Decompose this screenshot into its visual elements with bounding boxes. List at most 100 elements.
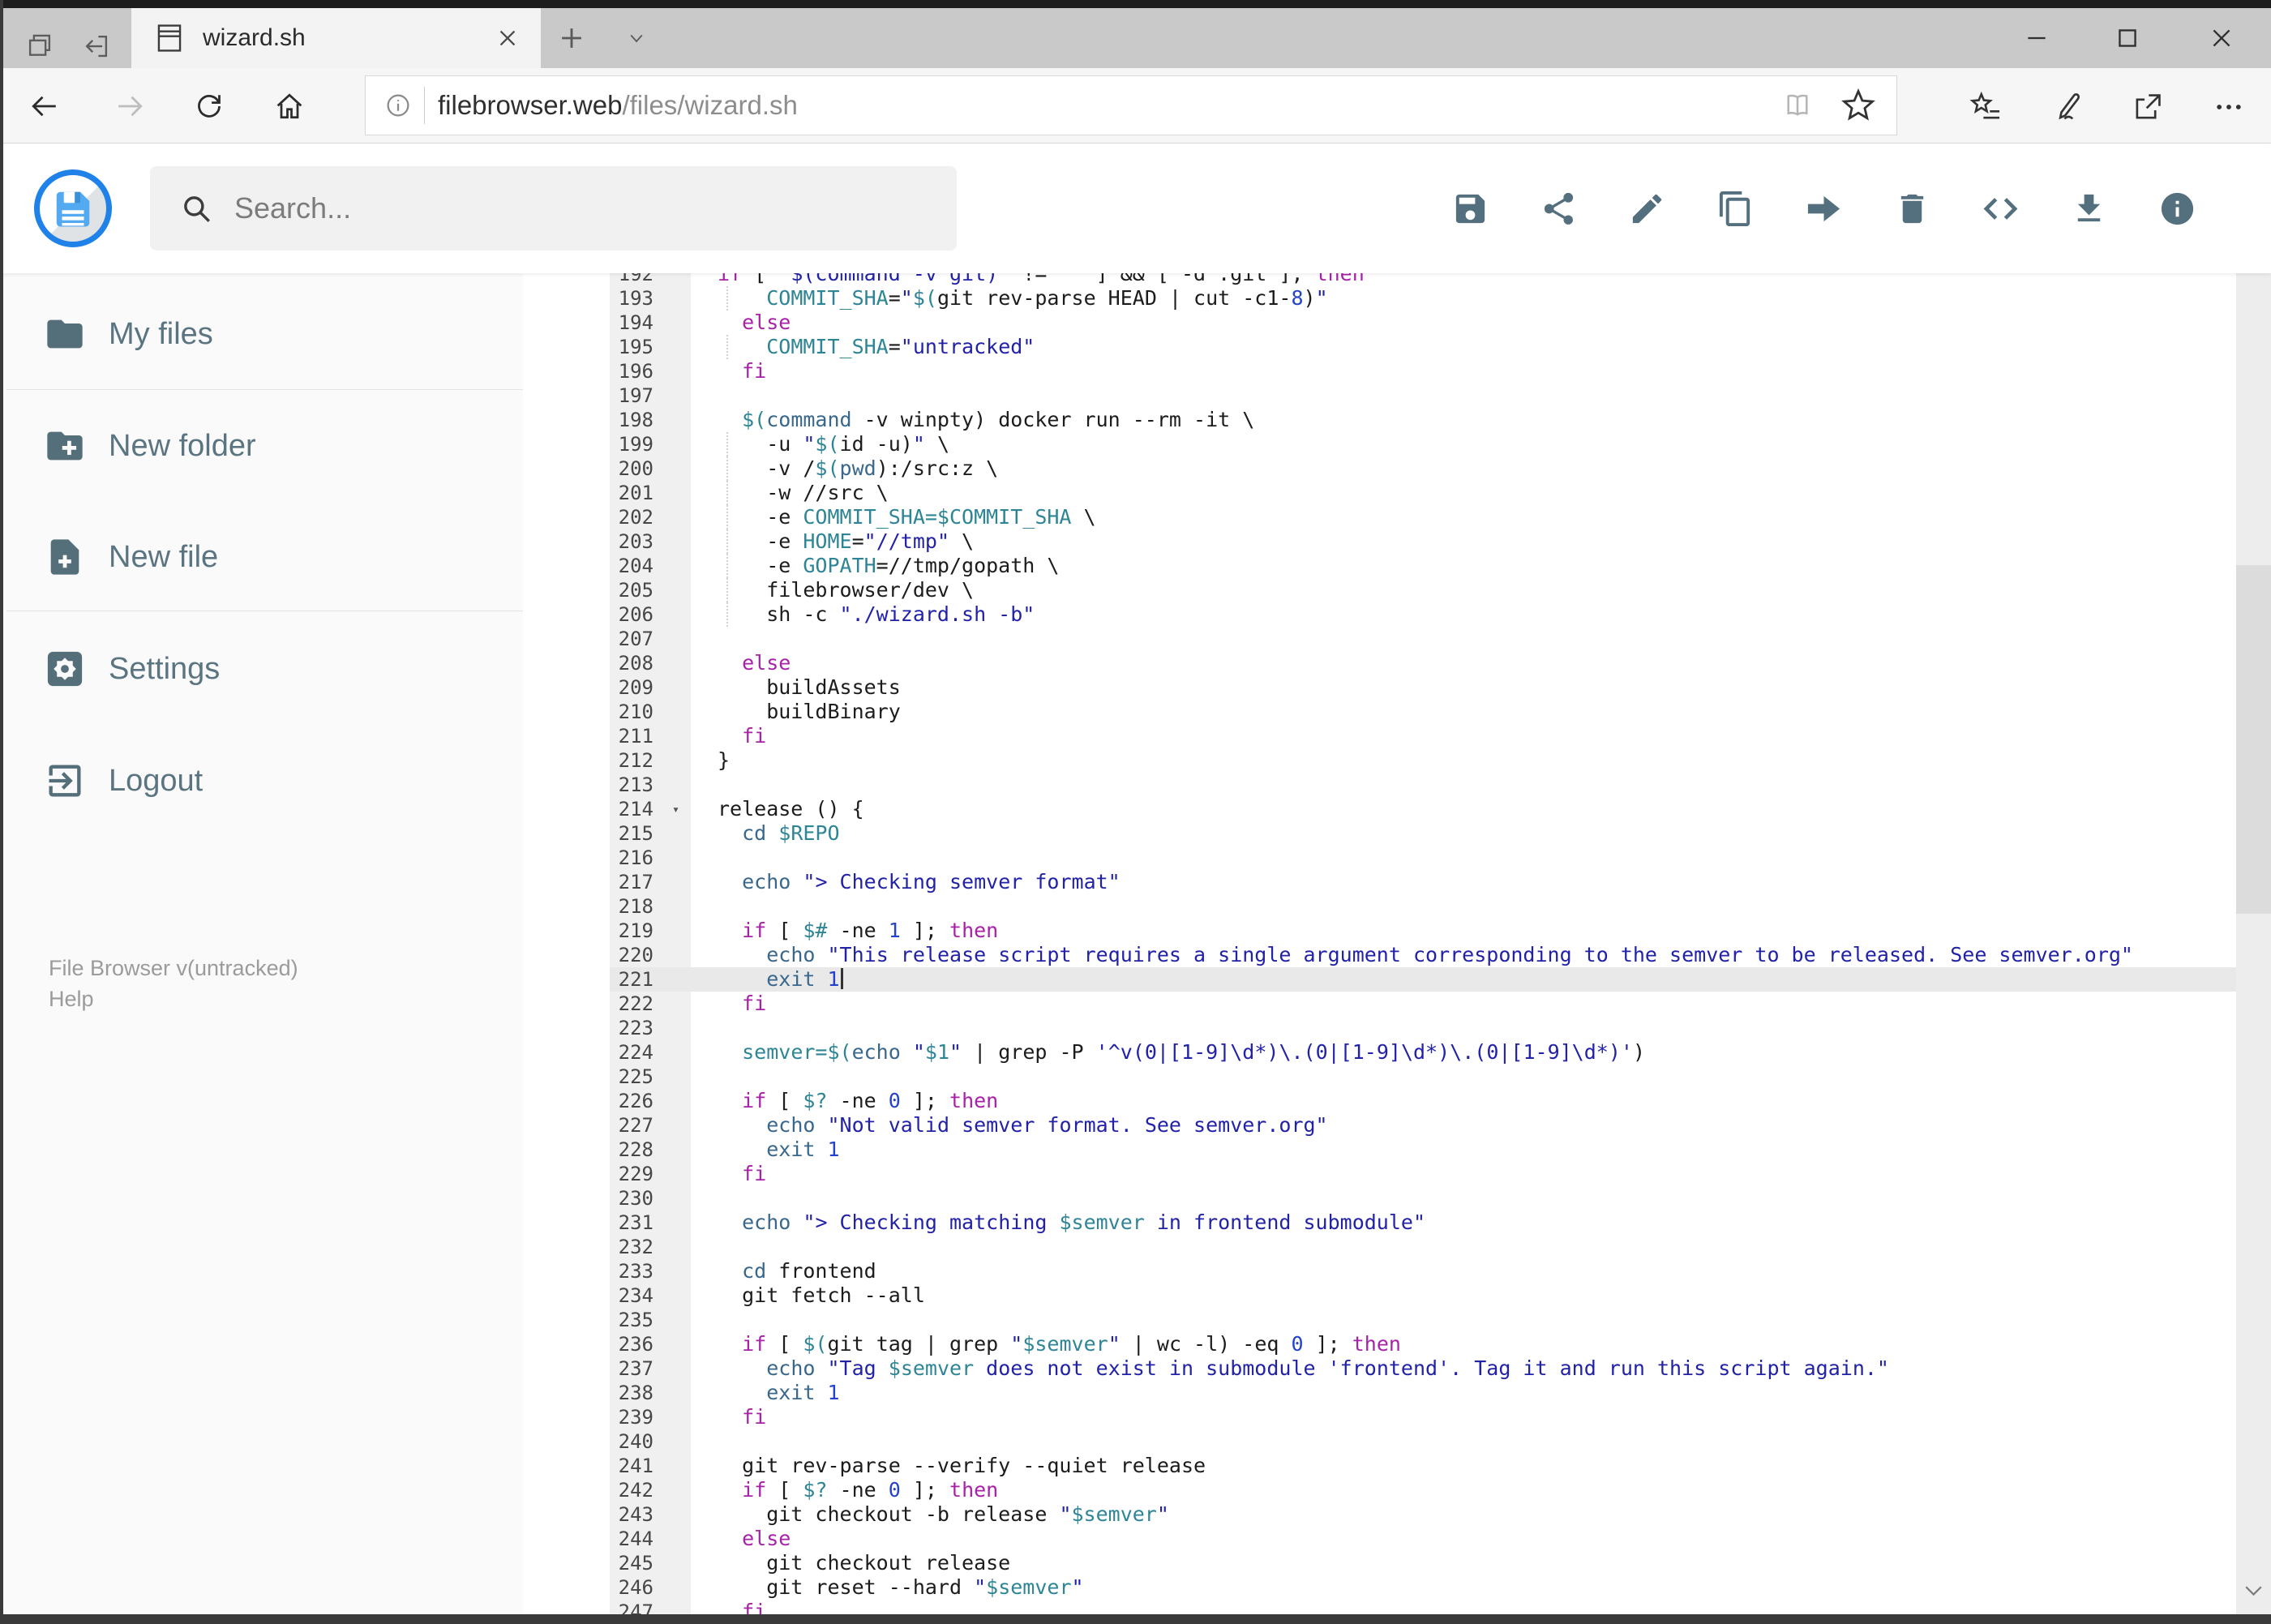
code-line-224[interactable]: 224 semver=$(echo "$1" | grep -P '^v(0|[… — [610, 1040, 2236, 1065]
back-icon[interactable] — [28, 90, 61, 122]
code-line-247[interactable]: 247 fi — [610, 1600, 2236, 1614]
forward-icon[interactable] — [114, 90, 146, 122]
scroll-down-icon[interactable] — [2243, 1579, 2265, 1601]
code-line-236[interactable]: 236 if [ $(git tag | grep "$semver" | wc… — [610, 1332, 2236, 1356]
close-window-icon[interactable] — [2184, 8, 2259, 68]
code-line-235[interactable]: 235 — [610, 1308, 2236, 1332]
more-options-icon[interactable] — [2212, 90, 2244, 122]
code-line-206[interactable]: 206 sh -c "./wizard.sh -b" — [610, 602, 2236, 627]
code-line-230[interactable]: 230 — [610, 1186, 2236, 1211]
page-info-icon[interactable] — [383, 91, 413, 120]
code-line-233[interactable]: 233 cd frontend — [610, 1259, 2236, 1283]
code-line-218[interactable]: 218 — [610, 894, 2236, 919]
set-tabs-aside-icon[interactable] — [78, 31, 115, 62]
delete-icon[interactable] — [1893, 190, 1931, 228]
copy-icon[interactable] — [1716, 190, 1755, 228]
code-line-207[interactable]: 207 — [610, 627, 2236, 651]
code-line-234[interactable]: 234 git fetch --all — [610, 1283, 2236, 1308]
code-line-208[interactable]: 208 else — [610, 651, 2236, 675]
hub-icon[interactable] — [1969, 90, 2001, 122]
close-tab-icon[interactable] — [495, 26, 520, 50]
code-line-246[interactable]: 246 git reset --hard "$semver" — [610, 1575, 2236, 1600]
code-line-231[interactable]: 231 echo "> Checking matching $semver in… — [610, 1211, 2236, 1235]
code-line-192[interactable]: 192 if [ "$(command -v git)" != "" ] && [… — [610, 273, 2236, 286]
help-link[interactable]: Help — [49, 987, 94, 1012]
new-tab-icon[interactable] — [556, 23, 587, 54]
code-line-239[interactable]: 239 fi — [610, 1405, 2236, 1429]
sidebar-item-new-folder[interactable]: New folder — [0, 415, 525, 477]
code-line-195[interactable]: 195 COMMIT_SHA="untracked" — [610, 335, 2236, 359]
code-line-220[interactable]: 220 echo "This release script requires a… — [610, 943, 2236, 967]
filebrowser-logo-icon[interactable] — [34, 169, 112, 247]
sidebar-item-logout[interactable]: Logout — [0, 750, 525, 812]
code-line-201[interactable]: 201 -w //src \ — [610, 481, 2236, 505]
search-bar[interactable] — [150, 166, 957, 251]
home-icon[interactable] — [273, 90, 306, 122]
code-line-232[interactable]: 232 — [610, 1235, 2236, 1259]
code-line-229[interactable]: 229 fi — [610, 1162, 2236, 1186]
search-input[interactable] — [233, 191, 885, 226]
code-editor[interactable]: 192 if [ "$(command -v git)" != "" ] && [… — [523, 273, 2236, 1614]
maximize-icon[interactable] — [2090, 8, 2165, 68]
code-line-211[interactable]: 211 fi — [610, 724, 2236, 748]
code-line-216[interactable]: 216 — [610, 846, 2236, 870]
code-line-245[interactable]: 245 git checkout release — [610, 1551, 2236, 1575]
info-icon[interactable] — [2158, 190, 2196, 228]
sidebar-item-my-files[interactable]: My files — [0, 303, 525, 365]
code-line-226[interactable]: 226 if [ $? -ne 0 ]; then — [610, 1089, 2236, 1113]
code-line-238[interactable]: 238 exit 1 — [610, 1381, 2236, 1405]
code-line-244[interactable]: 244 else — [610, 1527, 2236, 1551]
code-line-199[interactable]: 199 -u "$(id -u)" \ — [610, 432, 2236, 456]
code-line-243[interactable]: 243 git checkout -b release "$semver" — [610, 1502, 2236, 1527]
code-line-221[interactable]: 221 exit 1 — [610, 967, 2236, 992]
code-line-223[interactable]: 223 — [610, 1016, 2236, 1040]
code-line-225[interactable]: 225 — [610, 1065, 2236, 1089]
download-icon[interactable] — [2070, 190, 2108, 228]
code-line-240[interactable]: 240 — [610, 1429, 2236, 1454]
code-line-209[interactable]: 209 buildAssets — [610, 675, 2236, 700]
save-icon[interactable] — [1451, 190, 1489, 228]
code-line-205[interactable]: 205 filebrowser/dev \ — [610, 578, 2236, 602]
code-icon[interactable] — [1982, 190, 2020, 228]
code-line-227[interactable]: 227 echo "Not valid semver format. See s… — [610, 1113, 2236, 1138]
code-line-210[interactable]: 210 buildBinary — [610, 700, 2236, 724]
web-note-pen-icon[interactable] — [2050, 90, 2082, 122]
code-line-193[interactable]: 193 COMMIT_SHA="$(git rev-parse HEAD | c… — [610, 286, 2236, 311]
code-line-228[interactable]: 228 exit 1 — [610, 1138, 2236, 1162]
refresh-icon[interactable] — [193, 90, 225, 122]
tab-wizard-sh[interactable]: wizard.sh — [131, 8, 541, 68]
code-line-242[interactable]: 242 if [ $? -ne 0 ]; then — [610, 1478, 2236, 1502]
code-line-215[interactable]: 215 cd $REPO — [610, 821, 2236, 846]
address-bar[interactable]: filebrowser.web/files/wizard.sh — [365, 75, 1897, 135]
fold-arrow-icon[interactable]: ▾ — [672, 797, 679, 821]
code-line-204[interactable]: 204 -e GOPATH=//tmp/gopath \ — [610, 554, 2236, 578]
code-line-202[interactable]: 202 -e COMMIT_SHA=$COMMIT_SHA \ — [610, 505, 2236, 529]
share-icon[interactable] — [1540, 190, 1578, 228]
vertical-scrollbar[interactable] — [2236, 144, 2271, 1614]
tab-preview-chevron-icon[interactable] — [621, 29, 652, 49]
sidebar-item-settings[interactable]: Settings — [0, 638, 525, 700]
code-line-237[interactable]: 237 echo "Tag $semver does not exist in … — [610, 1356, 2236, 1381]
code-line-214[interactable]: 214 ▾ release () { — [610, 797, 2236, 821]
reading-view-icon[interactable] — [1781, 89, 1814, 122]
code-line-197[interactable]: 197 — [610, 384, 2236, 408]
code-line-196[interactable]: 196 fi — [610, 359, 2236, 384]
code-line-222[interactable]: 222 fi — [610, 992, 2236, 1016]
move-icon[interactable] — [1805, 190, 1843, 228]
code-line-212[interactable]: 212} — [610, 748, 2236, 773]
code-line-213[interactable]: 213 — [610, 773, 2236, 797]
share-page-icon[interactable] — [2131, 90, 2163, 122]
favorite-star-icon[interactable] — [1841, 88, 1875, 122]
scrollbar-thumb[interactable] — [2236, 565, 2271, 914]
stacked-tabs-icon[interactable] — [21, 31, 58, 62]
code-line-217[interactable]: 217 echo "> Checking semver format" — [610, 870, 2236, 894]
sidebar-item-new-file[interactable]: New file — [0, 526, 525, 588]
code-line-219[interactable]: 219 if [ $# -ne 1 ]; then — [610, 919, 2236, 943]
code-line-198[interactable]: 198 $(command -v winpty) docker run --rm… — [610, 408, 2236, 432]
code-line-194[interactable]: 194 else — [610, 311, 2236, 335]
code-line-241[interactable]: 241 git rev-parse --verify --quiet relea… — [610, 1454, 2236, 1478]
minimize-icon[interactable] — [1999, 8, 2074, 68]
code-line-200[interactable]: 200 -v /$(pwd):/src:z \ — [610, 456, 2236, 481]
code-line-203[interactable]: 203 -e HOME="//tmp" \ — [610, 529, 2236, 554]
edit-icon[interactable] — [1628, 190, 1666, 228]
